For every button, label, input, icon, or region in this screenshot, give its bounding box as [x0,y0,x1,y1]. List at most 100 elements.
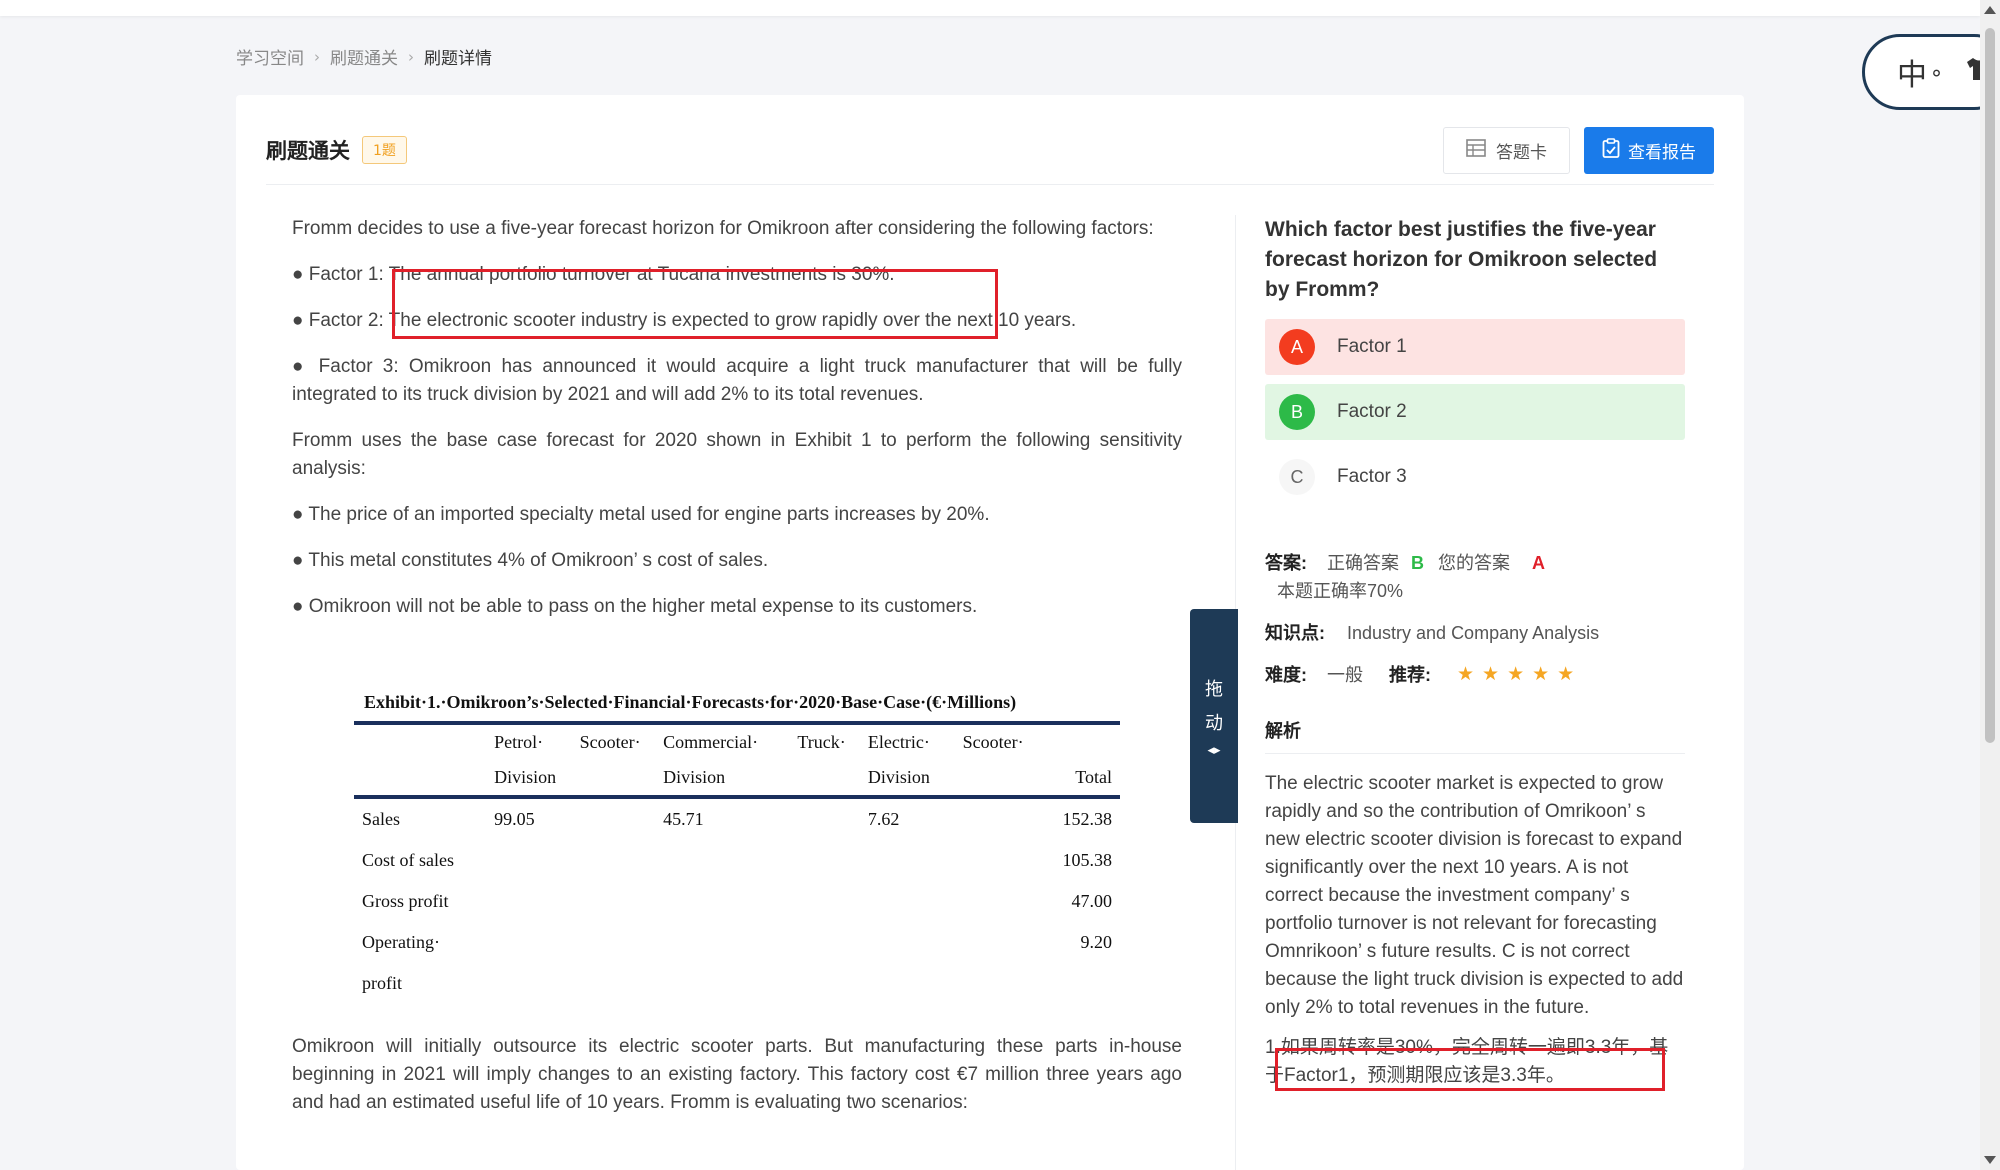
drag-char-1: 拖 [1205,678,1223,700]
cell-empty [789,963,860,1004]
cell-electric: 7.62 [867,809,900,829]
scroll-up-icon[interactable] [1984,6,1996,14]
cell-electric [860,963,955,1004]
exhibit-header-cell: Scooter· [571,721,656,760]
exhibit-header-row: Petrol· Scooter· Commercial· Truck· Elec… [354,721,1120,760]
option-b-text: Factor 2 [1337,401,1407,422]
analysis-body: The electric scooter market is expected … [1265,773,1684,1018]
passage-sensitivity: Fromm uses the base case forecast for 20… [292,430,1182,479]
knowledge-value: Industry and Company Analysis [1347,623,1600,643]
exhibit-header-cell [571,760,656,799]
exhibit-header-cell: Electric· [859,721,955,760]
correct-answer-letter: B [1411,553,1424,573]
breadcrumb: 学习空间 › 刷题通关 › 刷题详情 [236,44,492,70]
cell-empty [572,963,656,1004]
correct-answer-label: 正确答案 [1327,553,1399,573]
your-answer-letter: A [1532,553,1545,573]
exhibit-header-cell: Commercial· [655,721,790,760]
exhibit-header-cell: Division [859,760,955,799]
exhibit-header-cell [954,760,1032,799]
top-nav-bar [0,0,1980,16]
cell-empty [955,797,1032,840]
cell-commercial [655,963,789,1004]
breadcrumb-practice[interactable]: 刷题通关 [330,44,398,69]
passage-closing: Omikroon will initially outsource its el… [292,1036,1182,1113]
exhibit-header-cell [354,760,487,799]
cell-petrol: 99.05 [494,809,535,829]
scroll-down-icon[interactable] [1984,1156,1996,1164]
cell-empty [955,963,1032,1004]
question-text: Which factor best justifies the five-yea… [1265,218,1658,301]
cell-empty [789,881,860,922]
cell-electric [860,922,955,963]
card-header: 刷题通关 1题 答题卡 查看报告 [266,125,1714,175]
row-label: Gross profit [362,891,449,911]
exhibit-header-row: Division Division Division Total [354,760,1120,799]
difficulty-row: 难度: 一般 推荐: ★★★★★ [1265,661,1685,689]
cell-petrol [486,840,571,881]
option-a[interactable]: A Factor 1 [1265,319,1685,375]
passage-bullet-2: ● This metal constitutes 4% of Omikroon’… [292,550,769,571]
scrollbar[interactable] [1980,0,2000,1170]
cell-electric [860,881,955,922]
exhibit-header-cell: Total [1031,760,1120,799]
answer-card-label: 答题卡 [1496,142,1547,163]
view-report-button[interactable]: 查看报告 [1584,126,1714,174]
cell-empty [572,840,656,881]
answer-card-button[interactable]: 答题卡 [1443,126,1570,174]
exhibit-header-cell [354,721,487,760]
knowledge-row: 知识点: Industry and Company Analysis [1265,619,1685,647]
row-label: Operating· [362,932,440,952]
your-answer-label: 您的答案 [1438,553,1510,573]
breadcrumb-current: 刷题详情 [424,49,492,69]
cell-empty [955,881,1032,922]
cell-empty [572,797,656,840]
breadcrumb-study-space[interactable]: 学习空间 [236,44,304,69]
cell-total: 47.00 [1071,891,1113,911]
cell-commercial [655,881,789,922]
ime-chinese-mode[interactable]: 中 [1897,50,1927,94]
cell-empty [572,881,656,922]
cell-empty [955,922,1032,963]
count-badge: 1题 [362,136,407,164]
cell-empty [789,797,860,840]
scroll-thumb[interactable] [1985,28,1995,743]
exhibit-header-cell [1031,721,1120,760]
cell-empty [789,840,860,881]
option-a-letter: A [1279,329,1315,365]
table-row: Cost of sales 105.38 [354,840,1120,881]
accuracy-rate: 本题正确率70% [1277,581,1404,601]
cell-total: 9.20 [1080,932,1113,952]
cell-commercial [655,922,789,963]
answer-meta: 答案: 正确答案 B 您的答案 A 本题正确率70% 知识点: Industry… [1265,549,1685,689]
passage-bullet-3: ● Omikroon will not be able to pass on t… [292,596,978,617]
option-c[interactable]: C Factor 3 [1265,449,1685,505]
cell-total: 105.38 [1062,850,1113,870]
drag-handle[interactable]: 拖 动 ◂▸ [1190,609,1238,823]
cell-electric [860,840,955,881]
exhibit-header-cell: Division [655,760,790,799]
exhibit-header-cell: Division [486,760,572,799]
option-a-text: Factor 1 [1337,336,1407,357]
recommend-label: 推荐: [1389,665,1431,685]
cell-total: 152.38 [1062,809,1113,829]
cell-empty [789,922,860,963]
answer-label: 答案: [1265,553,1307,573]
option-b[interactable]: B Factor 2 [1265,384,1685,440]
cell-petrol [486,963,571,1004]
exhibit-header-cell [789,760,860,799]
option-c-text: Factor 3 [1337,466,1407,487]
exhibit-title: Exhibit·1.·Omikroon’s·Selected·Financial… [364,692,1017,712]
ime-punctuation-icon[interactable]: ° [1931,67,1942,92]
passage-intro: Fromm decides to use a five-year forecas… [292,218,1154,239]
cell-total [1032,963,1120,1004]
cell-petrol [486,922,571,963]
row-label: Sales [362,809,400,829]
table-row: profit [354,963,1120,1004]
highlight-box [392,269,998,339]
exhibit-header-cell: Truck· [789,721,860,760]
cell-commercial: 45.71 [663,809,704,829]
chevron-right-icon: › [408,47,414,66]
exhibit-header-cell: Petrol· [486,721,572,760]
view-report-label: 查看报告 [1628,142,1696,163]
